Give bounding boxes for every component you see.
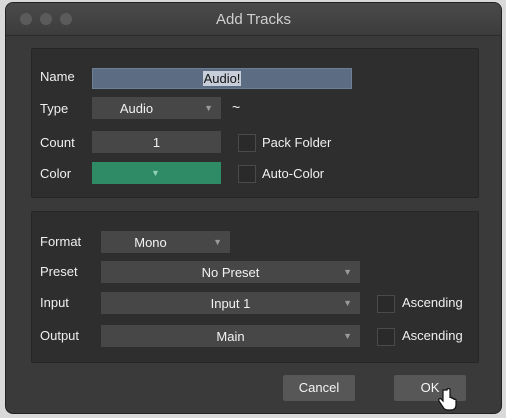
output-ascending-label: Ascending: [402, 328, 463, 343]
chevron-down-icon: ▼: [151, 168, 160, 178]
input-value: Input 1: [210, 296, 251, 311]
color-picker[interactable]: ▼: [92, 162, 221, 184]
track-settings-panel: Name Audio! Type Audio ▼ ~ Count 1 Pack …: [31, 48, 479, 198]
name-value: Audio!: [202, 71, 242, 86]
preset-label: Preset: [40, 264, 78, 279]
chevron-down-icon: ▼: [343, 298, 352, 308]
output-label: Output: [40, 328, 80, 343]
io-settings-panel: Format Mono ▼ Preset No Preset ▼ Input I…: [31, 211, 479, 363]
count-label: Count: [40, 135, 75, 150]
dialog-title: Add Tracks: [215, 11, 292, 28]
format-value: Mono: [134, 235, 167, 250]
waveform-icon: ~: [232, 99, 241, 115]
type-value: Audio: [119, 101, 154, 116]
input-ascending-checkbox[interactable]: [377, 295, 395, 313]
output-ascending-checkbox[interactable]: [377, 328, 395, 346]
count-value: 1: [152, 135, 161, 150]
pack-folder-checkbox[interactable]: [238, 134, 256, 152]
title-bar: Add Tracks: [6, 3, 501, 36]
input-dropdown[interactable]: Input 1 ▼: [101, 292, 360, 314]
chevron-down-icon: ▼: [343, 331, 352, 341]
format-dropdown[interactable]: Mono ▼: [101, 231, 230, 253]
hand-cursor-icon: [438, 388, 457, 411]
type-label: Type: [40, 101, 69, 116]
preset-value: No Preset: [201, 265, 260, 280]
chevron-down-icon: ▼: [343, 267, 352, 277]
output-dropdown[interactable]: Main ▼: [101, 325, 360, 347]
cancel-button[interactable]: Cancel: [283, 375, 355, 401]
type-dropdown[interactable]: Audio ▼: [92, 97, 221, 119]
pack-folder-label: Pack Folder: [262, 135, 332, 150]
add-tracks-dialog: Add Tracks Name Audio! Type Audio ▼ ~ Co…: [6, 3, 501, 413]
auto-color-label: Auto-Color: [262, 166, 325, 181]
name-label: Name: [40, 69, 75, 84]
color-label: Color: [40, 166, 72, 181]
preset-dropdown[interactable]: No Preset ▼: [101, 261, 360, 283]
count-field[interactable]: 1: [92, 131, 221, 153]
auto-color-checkbox[interactable]: [238, 165, 256, 183]
chevron-down-icon: ▼: [204, 103, 213, 113]
name-field[interactable]: Audio!: [92, 68, 352, 89]
chevron-down-icon: ▼: [213, 237, 222, 247]
format-label: Format: [40, 234, 82, 249]
output-value: Main: [216, 329, 245, 344]
input-label: Input: [40, 295, 69, 310]
input-ascending-label: Ascending: [402, 295, 463, 310]
